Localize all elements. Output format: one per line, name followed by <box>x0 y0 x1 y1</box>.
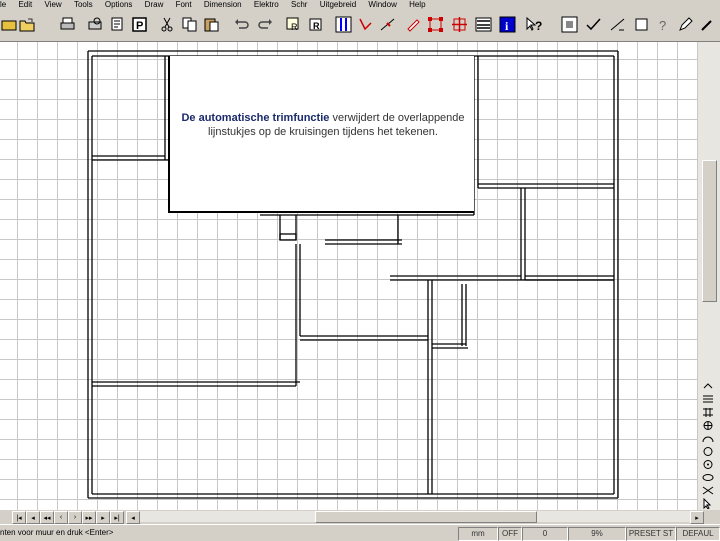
rectangle-r-icon[interactable]: R <box>284 15 303 34</box>
menu-dimension[interactable]: Dimension <box>204 1 242 9</box>
lines-icon[interactable] <box>700 393 716 405</box>
page-forward-icon[interactable]: › <box>68 511 82 524</box>
menu-options[interactable]: Options <box>105 1 133 9</box>
arc-icon[interactable] <box>700 432 716 444</box>
menu-draw[interactable]: Draw <box>145 1 164 9</box>
menu-tools[interactable]: Tools <box>74 1 93 9</box>
zoom-field[interactable]: 9% <box>568 527 626 541</box>
next-fast-icon[interactable]: ▸▸ <box>82 511 96 524</box>
menu-help[interactable]: Help <box>409 1 425 9</box>
collapse-icon[interactable] <box>700 380 716 392</box>
menu-schr[interactable]: Schr <box>291 1 307 9</box>
side-toolbar <box>700 380 718 523</box>
print-icon[interactable] <box>58 15 77 34</box>
select-nodes-icon[interactable] <box>426 15 445 34</box>
angle-arrow-icon[interactable] <box>356 15 375 34</box>
menu-edit[interactable]: Edit <box>18 1 32 9</box>
svg-text:R: R <box>313 21 320 31</box>
scroll-left-icon[interactable]: ◂ <box>126 511 140 524</box>
drawing-canvas[interactable]: De automatische trimfunctie verwijdert d… <box>0 42 698 510</box>
menu-bar: le Edit View Tools Options Draw Font Dim… <box>0 0 720 9</box>
copy-icon[interactable] <box>180 15 199 34</box>
menu-window[interactable]: Window <box>368 1 396 9</box>
rotate-r-icon[interactable]: R <box>306 15 325 34</box>
pen-icon[interactable] <box>676 15 695 34</box>
vertical-scroll-thumb[interactable] <box>702 160 717 302</box>
status-bar: nten voor muur en druk <Enter> mm OFF 0 … <box>0 524 720 541</box>
move-icon[interactable] <box>450 15 469 34</box>
horizontal-scroll-row: |◂ ◂ ◂◂ ‹ › ▸▸ ▸ ▸| ◂ ▸ <box>0 510 720 524</box>
folder-icon[interactable] <box>18 15 37 34</box>
paste-icon[interactable] <box>202 15 221 34</box>
redo-icon[interactable] <box>256 15 275 34</box>
mode-field[interactable]: PRESET ST <box>626 527 676 541</box>
cross-icon[interactable] <box>700 484 716 496</box>
target-icon[interactable] <box>700 458 716 470</box>
horizontal-scroll-thumb[interactable] <box>315 511 537 523</box>
svg-text:?: ? <box>535 19 542 33</box>
snap-icon[interactable] <box>560 15 579 34</box>
cut-icon[interactable] <box>158 15 177 34</box>
pen-node-icon[interactable] <box>404 15 423 34</box>
info-icon[interactable]: i <box>498 15 517 34</box>
node-icon[interactable] <box>378 15 397 34</box>
ellipse-icon[interactable] <box>700 471 716 483</box>
svg-text:?: ? <box>659 18 666 33</box>
columns-icon[interactable] <box>334 15 353 34</box>
prev-page-icon[interactable]: ◂ <box>26 511 40 524</box>
snap-grid-icon[interactable] <box>700 419 716 431</box>
open-icon[interactable] <box>0 15 19 34</box>
tool-icon[interactable] <box>698 15 717 34</box>
angle-field[interactable]: 0 <box>522 527 568 541</box>
check-icon[interactable] <box>584 15 603 34</box>
trim-info-callout: De automatische trimfunctie verwijdert d… <box>168 56 474 213</box>
menu-file[interactable]: le <box>0 1 6 9</box>
toolbar: P R R i ? ? <box>0 9 720 42</box>
question-icon[interactable]: ? <box>654 15 673 34</box>
prev-fast-icon[interactable]: ◂◂ <box>40 511 54 524</box>
last-page-icon[interactable]: ▸| <box>110 511 124 524</box>
print-setup-icon[interactable] <box>108 15 127 34</box>
next-page-icon[interactable]: ▸ <box>96 511 110 524</box>
page-back-icon[interactable]: ‹ <box>54 511 68 524</box>
menu-font[interactable]: Font <box>176 1 192 9</box>
menu-uitgebreid[interactable]: Uitgebreid <box>320 1 356 9</box>
callout-text: De automatische trimfunctie verwijdert d… <box>180 111 466 139</box>
box-icon[interactable] <box>632 15 651 34</box>
print-preview-icon[interactable] <box>86 15 105 34</box>
bold-p-icon[interactable]: P <box>130 15 149 34</box>
undo-icon[interactable] <box>232 15 251 34</box>
circle-icon[interactable] <box>700 445 716 457</box>
grid-icon[interactable] <box>700 406 716 418</box>
svg-text:R: R <box>291 22 298 32</box>
horizontal-scrollbar[interactable] <box>140 511 690 523</box>
ortho-field[interactable]: OFF <box>498 527 522 541</box>
unit-field[interactable]: mm <box>458 527 498 541</box>
menu-elektro[interactable]: Elektro <box>254 1 279 9</box>
menu-view[interactable]: View <box>45 1 62 9</box>
help-cursor-icon[interactable]: ? <box>524 15 543 34</box>
layer-field[interactable]: DEFAUL <box>676 527 720 541</box>
svg-text:P: P <box>136 20 143 32</box>
callout-bold-text: De automatische trimfunctie <box>181 112 330 124</box>
first-page-icon[interactable]: |◂ <box>12 511 26 524</box>
list-icon[interactable] <box>474 15 493 34</box>
command-prompt: nten voor muur en druk <Enter> <box>0 528 114 537</box>
pointer-icon[interactable] <box>700 497 716 509</box>
line-icon[interactable] <box>608 15 627 34</box>
scroll-right-icon[interactable]: ▸ <box>690 511 704 524</box>
